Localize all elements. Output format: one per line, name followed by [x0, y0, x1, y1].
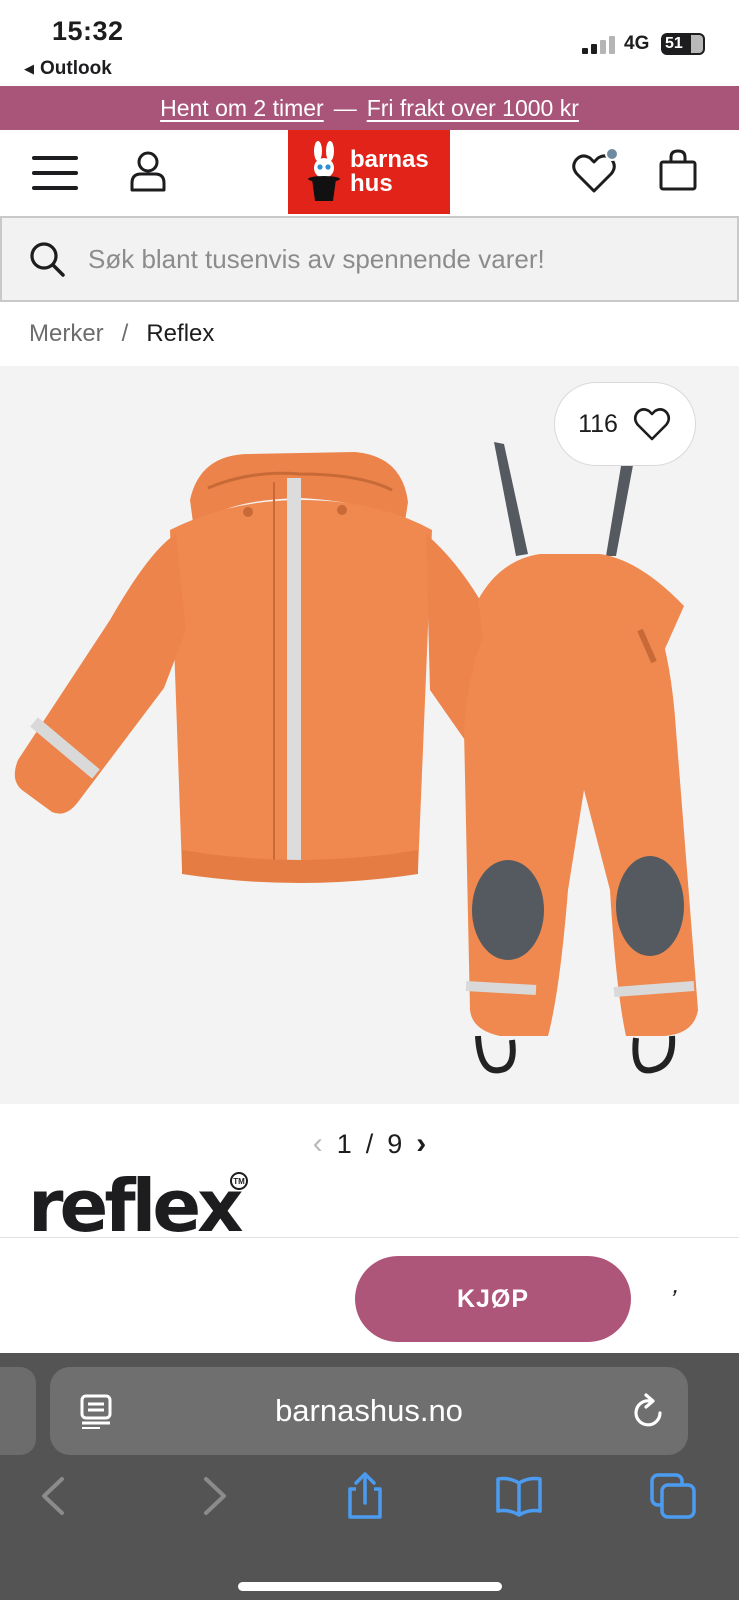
breadcrumb-merker[interactable]: Merker	[29, 320, 104, 348]
battery-icon: 51	[661, 33, 705, 55]
chevron-right-icon[interactable]: ›	[416, 1127, 426, 1161]
home-indicator[interactable]	[238, 1582, 502, 1591]
pager-separator: /	[365, 1128, 374, 1159]
search-input[interactable]	[88, 236, 708, 282]
share-icon[interactable]	[340, 1471, 390, 1521]
back-to-app-link[interactable]: ◀ Outlook	[24, 58, 112, 80]
reload-icon[interactable]	[630, 1393, 666, 1431]
product-image-rain-set[interactable]	[0, 430, 739, 1100]
battery-level: 51	[665, 35, 683, 52]
pager-current: 1	[336, 1128, 352, 1159]
image-pager: ‹ 1 / 9 ›	[0, 1124, 739, 1164]
back-app-label: Outlook	[40, 58, 112, 79]
back-triangle-icon: ◀	[24, 61, 34, 76]
breadcrumb-reflex[interactable]: Reflex	[146, 320, 214, 348]
brand-logo-reflex[interactable]: reflex TM	[28, 1170, 268, 1240]
promo-banner: Hent om 2 timer — Fri frakt over 1000 kr	[0, 86, 739, 130]
free-shipping-link[interactable]: Fri frakt over 1000 kr	[367, 95, 579, 122]
site-header: barnas hus	[0, 130, 739, 216]
browser-nav-row	[0, 1471, 739, 1531]
back-icon[interactable]	[30, 1471, 80, 1521]
status-time: 15:32	[52, 16, 124, 46]
pager-total: 9	[387, 1128, 403, 1159]
previous-tab-preview[interactable]	[0, 1367, 36, 1455]
network-type: 4G	[624, 33, 650, 54]
hamburger-icon[interactable]	[32, 156, 78, 190]
breadcrumb-separator: /	[121, 320, 129, 347]
trademark-mark: TM	[230, 1172, 248, 1190]
search-bar	[0, 216, 739, 302]
forward-icon[interactable]	[188, 1471, 238, 1521]
status-bar: 15:32 ◀ Outlook 4G 51	[0, 0, 739, 86]
tabs-icon[interactable]	[648, 1471, 698, 1521]
chevron-left-icon[interactable]: ‹	[313, 1127, 323, 1161]
signal-icon	[582, 36, 615, 54]
favorite-button[interactable]: 116	[554, 382, 696, 466]
browser-toolbar: barnashus.no	[0, 1353, 739, 1600]
address-bar[interactable]: barnashus.no	[50, 1367, 688, 1455]
pickup-link[interactable]: Hent om 2 timer	[160, 95, 324, 122]
buy-button[interactable]: KJØP	[355, 1256, 631, 1342]
bunny-hat-icon	[308, 141, 340, 201]
promo-separator: —	[333, 94, 357, 121]
wishlist-notification-dot	[605, 147, 619, 161]
heart-outline-icon	[633, 408, 670, 441]
url-text: barnashus.no	[275, 1393, 463, 1428]
logo-word-barnas: barnas	[350, 146, 429, 173]
favorite-count: 116	[578, 409, 618, 438]
barnashus-logo[interactable]: barnas hus	[288, 130, 450, 214]
search-icon[interactable]	[28, 240, 66, 278]
logo-word-hus: hus	[350, 170, 393, 197]
bag-icon[interactable]	[658, 148, 698, 192]
breadcrumb: Merker / Reflex	[29, 320, 214, 348]
rain-pants-illustration	[464, 442, 698, 1074]
user-icon[interactable]	[128, 150, 168, 192]
buy-bar: KJØP	[0, 1237, 739, 1353]
reader-icon[interactable]	[78, 1393, 114, 1429]
bookmarks-icon[interactable]	[494, 1471, 544, 1521]
